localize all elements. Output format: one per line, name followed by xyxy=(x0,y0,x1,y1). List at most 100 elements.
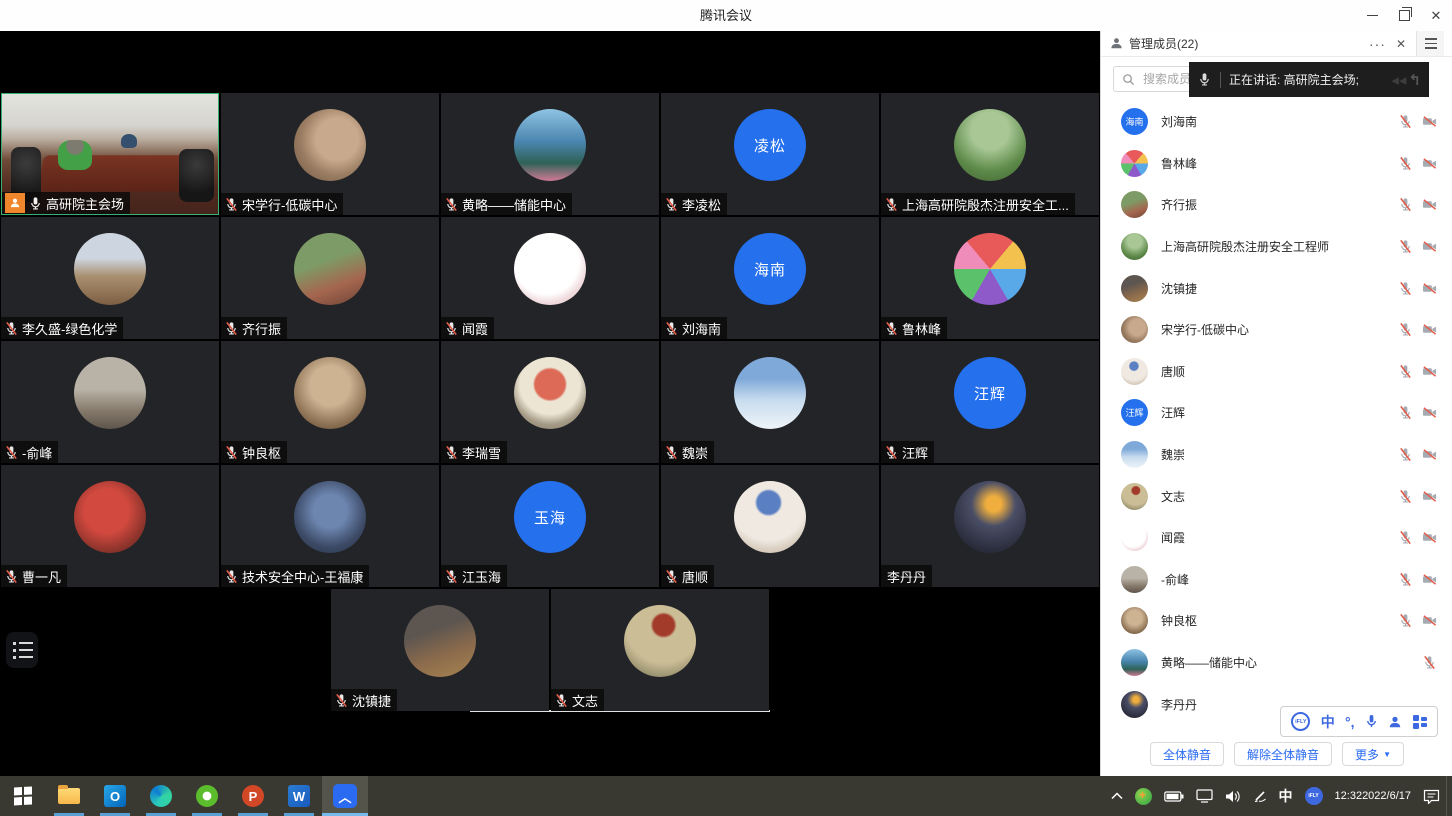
video-tile[interactable]: 上海高研院殷杰注册安全工... xyxy=(881,93,1099,215)
muted-mic-icon xyxy=(884,445,899,460)
participant-avatar xyxy=(514,233,586,305)
member-row[interactable]: 文志 xyxy=(1101,475,1452,517)
video-tile[interactable]: 唐顺 xyxy=(661,465,879,587)
video-tile[interactable]: 李瑞雪 xyxy=(441,341,659,463)
video-tile[interactable]: 闻霞 xyxy=(441,217,659,339)
ime-mic-button[interactable] xyxy=(1365,714,1378,729)
video-tile[interactable]: 黄略——储能中心 xyxy=(441,93,659,215)
tray-display-icon[interactable] xyxy=(1190,776,1219,816)
window-titlebar: 腾讯会议 ✕ xyxy=(0,0,1452,31)
mute-all-button[interactable]: 全体静音 xyxy=(1150,742,1224,766)
restore-icon xyxy=(1399,10,1410,21)
panel-close-button[interactable]: ✕ xyxy=(1396,37,1406,51)
video-tile[interactable]: 魏崇 xyxy=(661,341,879,463)
participant-avatar xyxy=(954,481,1026,553)
ime-punctuation-button[interactable]: °, xyxy=(1345,714,1355,730)
taskbar-file-explorer[interactable] xyxy=(46,776,92,816)
muted-mic-icon xyxy=(1398,322,1413,337)
member-row[interactable]: -俞峰 xyxy=(1101,559,1452,601)
member-name: 汪辉 xyxy=(1161,404,1185,421)
video-tile[interactable]: 鲁林峰 xyxy=(881,217,1099,339)
video-tile[interactable]: 钟良枢 xyxy=(221,341,439,463)
minimize-button[interactable] xyxy=(1356,0,1388,31)
member-panel-header: 管理成员(22) ··· ✕ xyxy=(1101,31,1452,57)
taskbar-clock[interactable]: 12:32 2022/6/17 xyxy=(1329,776,1417,816)
video-tile[interactable]: 汪辉 汪辉 xyxy=(881,341,1099,463)
video-tile[interactable]: 海南 刘海南 xyxy=(661,217,879,339)
tray-pen-icon[interactable] xyxy=(1247,776,1273,816)
tray-volume-icon[interactable] xyxy=(1219,776,1247,816)
member-row[interactable]: 宋学行-低碳中心 xyxy=(1101,309,1452,351)
muted-mic-icon xyxy=(1398,364,1413,379)
ifly-logo-icon[interactable]: iFLY xyxy=(1291,712,1310,731)
member-row[interactable]: 汪辉 汪辉 xyxy=(1101,392,1452,434)
taskbar-word[interactable]: W xyxy=(276,776,322,816)
member-row[interactable]: 齐行振 xyxy=(1101,184,1452,226)
taskbar-360-browser[interactable] xyxy=(184,776,230,816)
muted-mic-icon xyxy=(1398,572,1413,587)
window-title: 腾讯会议 xyxy=(0,0,1452,31)
member-name: 宋学行-低碳中心 xyxy=(1161,321,1249,338)
member-row[interactable]: 上海高研院殷杰注册安全工程师 xyxy=(1101,226,1452,268)
video-tile[interactable]: -俞峰 xyxy=(1,341,219,463)
taskbar-powerpoint[interactable]: P xyxy=(230,776,276,816)
video-tile[interactable]: 高研院主会场 xyxy=(1,93,219,215)
video-tile[interactable]: 李丹丹 xyxy=(881,465,1099,587)
unmute-all-button[interactable]: 解除全体静音 xyxy=(1234,742,1332,766)
participant-name-label: 李丹丹 xyxy=(881,565,932,587)
taskbar-edge[interactable] xyxy=(138,776,184,816)
tray-battery-icon[interactable] xyxy=(1158,776,1190,816)
member-row[interactable]: 唐顺 xyxy=(1101,351,1452,393)
layout-list-button[interactable] xyxy=(6,632,38,668)
member-row[interactable]: 沈镇捷 xyxy=(1101,267,1452,309)
muted-camera-icon xyxy=(1422,322,1437,337)
tray-ime-indicator[interactable]: 中 xyxy=(1273,776,1299,816)
member-avatar xyxy=(1121,358,1148,385)
taskbar-tencent-meeting[interactable]: ︿ xyxy=(322,776,368,816)
video-tile[interactable]: 文志 xyxy=(551,589,769,711)
ime-grid-button[interactable] xyxy=(1413,715,1427,729)
ime-chinese-mode-button[interactable]: 中 xyxy=(1321,712,1335,732)
tray-ifly-icon[interactable]: iFLY xyxy=(1299,776,1329,816)
video-tile[interactable]: 凌松 李凌松 xyxy=(661,93,879,215)
show-desktop-button[interactable] xyxy=(1446,776,1452,816)
video-tile[interactable]: 曹一凡 xyxy=(1,465,219,587)
video-tile[interactable]: 玉海 江玉海 xyxy=(441,465,659,587)
host-badge-icon xyxy=(5,193,25,213)
action-center-button[interactable] xyxy=(1417,776,1446,816)
member-row[interactable]: 闻霞 xyxy=(1101,517,1452,559)
member-name: 上海高研院殷杰注册安全工程师 xyxy=(1161,238,1329,255)
video-tile[interactable]: 技术安全中心-王福康 xyxy=(221,465,439,587)
video-tile[interactable]: 沈镇捷 xyxy=(331,589,549,711)
participant-avatar xyxy=(624,605,696,677)
video-tile[interactable]: 齐行振 xyxy=(221,217,439,339)
close-button[interactable]: ✕ xyxy=(1420,0,1452,31)
member-row[interactable]: 海南 刘海南 xyxy=(1101,101,1452,143)
muted-mic-icon xyxy=(444,445,459,460)
member-avatar xyxy=(1121,191,1148,218)
video-tile[interactable]: 李久盛-绿色化学 xyxy=(1,217,219,339)
taskbar-outlook[interactable]: O xyxy=(92,776,138,816)
member-row[interactable]: 钟良枢 xyxy=(1101,600,1452,642)
muted-mic-icon xyxy=(1398,489,1413,504)
more-button[interactable]: 更多▼ xyxy=(1342,742,1404,766)
start-button[interactable] xyxy=(0,776,46,816)
participant-name-label: 文志 xyxy=(551,689,604,711)
tray-expand-button[interactable] xyxy=(1105,776,1129,816)
member-row[interactable]: 黄略——储能中心 xyxy=(1101,642,1452,684)
panel-more-button[interactable]: ··· xyxy=(1369,39,1386,49)
member-row[interactable]: 鲁林峰 xyxy=(1101,143,1452,185)
restore-button[interactable] xyxy=(1388,0,1420,31)
participant-avatar xyxy=(294,109,366,181)
powerpoint-icon: P xyxy=(242,785,264,807)
video-tile[interactable]: 宋学行-低碳中心 xyxy=(221,93,439,215)
muted-mic-icon xyxy=(4,569,19,584)
muted-mic-icon xyxy=(334,693,349,708)
tray-antivirus-icon[interactable] xyxy=(1129,776,1158,816)
muted-mic-icon xyxy=(1398,156,1413,171)
member-avatar xyxy=(1121,441,1148,468)
panel-menu-button[interactable] xyxy=(1416,31,1444,56)
member-avatar xyxy=(1121,649,1148,676)
member-row[interactable]: 魏崇 xyxy=(1101,434,1452,476)
ime-user-button[interactable] xyxy=(1388,715,1402,729)
